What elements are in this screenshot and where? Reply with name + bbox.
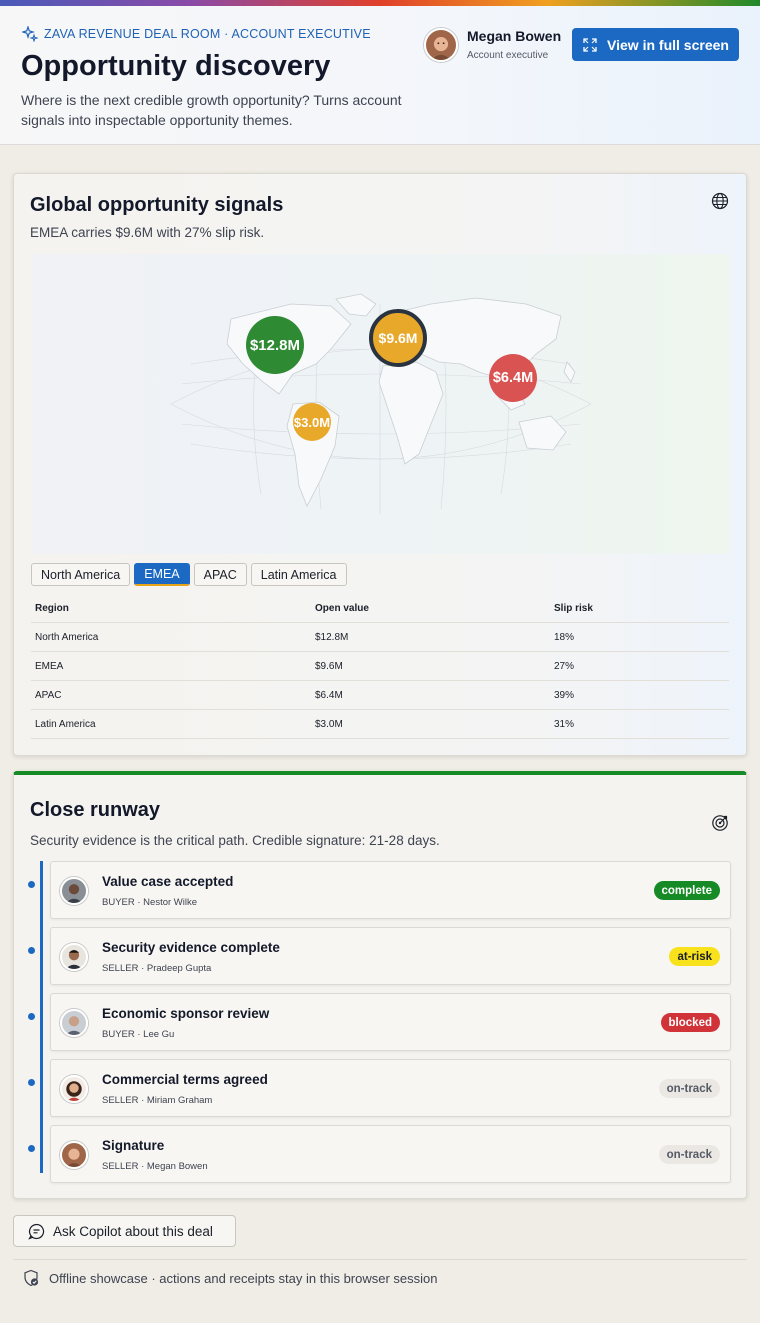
milestone-owner: SELLER · Miriam Graham (102, 1095, 213, 1106)
footer-divider (13, 1259, 747, 1260)
milestone-owner: SELLER · Pradeep Gupta (102, 963, 212, 974)
table-row[interactable]: Latin America $3.0M 31% (31, 710, 729, 739)
cell-open-value: $6.4M (315, 689, 343, 701)
table-header: Region Open value Slip risk (31, 595, 729, 623)
world-map-outline (170, 293, 592, 514)
milestone-signature[interactable]: Signature SELLER · Megan Bowen on-track (50, 1125, 731, 1183)
milestone-owner: BUYER · Nestor Wilke (102, 897, 198, 908)
cell-open-value: $12.8M (315, 631, 349, 643)
region-bubble-latin-america[interactable]: $3.0M (293, 403, 331, 441)
timeline-dot (28, 1145, 35, 1152)
expand-icon (583, 37, 597, 52)
cell-open-value: $9.6M (315, 660, 343, 672)
cell-slip-risk: 31% (554, 718, 575, 730)
signals-description: EMEA carries $9.6M with 27% slip risk. (30, 225, 265, 240)
milestone-title: Commercial terms agreed (102, 1072, 268, 1087)
column-header-open-value: Open value (315, 603, 369, 614)
timeline-dot (28, 1079, 35, 1086)
sparkle-icon (22, 26, 38, 42)
view-full-screen-button[interactable]: View in full screen (572, 28, 739, 61)
cell-open-value: $3.0M (315, 718, 343, 730)
cell-slip-risk: 39% (554, 689, 575, 701)
milestone-economic-sponsor-review[interactable]: Economic sponsor review BUYER · Lee Gu b… (50, 993, 731, 1051)
avatar (60, 1141, 88, 1169)
signals-title: Global opportunity signals (30, 194, 284, 216)
ask-copilot-label: Ask Copilot about this deal (53, 1223, 213, 1239)
eyebrow: ZAVA REVENUE DEAL ROOM · ACCOUNT EXECUTI… (22, 26, 371, 42)
cell-region: Latin America (35, 718, 96, 730)
milestone-commercial-terms-agreed[interactable]: Commercial terms agreed SELLER · Miriam … (50, 1059, 731, 1117)
status-badge: blocked (660, 1013, 720, 1032)
user-role: Account executive (467, 50, 549, 61)
footer-note: Offline showcase · actions and receipts … (22, 1269, 438, 1287)
target-icon (712, 815, 728, 831)
milestone-title: Value case accepted (102, 874, 234, 889)
status-badge: on-track (658, 1145, 720, 1164)
tab-latin-america[interactable]: Latin America (250, 563, 347, 586)
timeline-dot (28, 881, 35, 888)
runway-title: Close runway (30, 799, 161, 821)
status-badge: complete (653, 881, 720, 900)
column-header-slip-risk: Slip risk (554, 603, 593, 614)
cell-slip-risk: 27% (554, 660, 575, 672)
eyebrow-text: ZAVA REVENUE DEAL ROOM · ACCOUNT EXECUTI… (44, 27, 371, 41)
close-runway-card: Close runway Security evidence is the cr… (13, 771, 747, 1199)
world-map: $12.8M $9.6M $6.4M $3.0M (31, 254, 729, 554)
page-title: Opportunity discovery (21, 50, 331, 82)
page-header: ZAVA REVENUE DEAL ROOM · ACCOUNT EXECUTI… (0, 6, 760, 145)
globe-icon (711, 192, 729, 210)
view-full-screen-label: View in full screen (607, 36, 729, 53)
user-profile[interactable]: Megan Bowen Account executive (424, 28, 561, 62)
milestone-owner: SELLER · Megan Bowen (102, 1161, 208, 1172)
milestone-value-case-accepted[interactable]: Value case accepted BUYER · Nestor Wilke… (50, 861, 731, 919)
region-bubble-apac[interactable]: $6.4M (489, 354, 537, 402)
table-row[interactable]: APAC $6.4M 39% (31, 681, 729, 710)
milestone-owner: BUYER · Lee Gu (102, 1029, 175, 1040)
chat-icon (28, 1223, 45, 1240)
region-table: Region Open value Slip risk North Americ… (31, 595, 729, 739)
avatar (60, 943, 88, 971)
status-badge: on-track (658, 1079, 720, 1098)
timeline-dot (28, 947, 35, 954)
region-bubble-emea[interactable]: $9.6M (369, 309, 427, 367)
ask-copilot-button[interactable]: Ask Copilot about this deal (13, 1215, 236, 1247)
table-row[interactable]: North America $12.8M 18% (31, 623, 729, 652)
timeline-line (40, 861, 43, 1173)
cell-region: EMEA (35, 660, 64, 672)
column-header-region: Region (35, 603, 69, 614)
avatar (60, 1009, 88, 1037)
cell-region: APAC (35, 689, 62, 701)
runway-description: Security evidence is the critical path. … (30, 833, 440, 848)
avatar (424, 28, 458, 62)
tab-emea[interactable]: EMEA (134, 563, 190, 586)
avatar (60, 877, 88, 905)
status-badge: at-risk (669, 947, 720, 966)
timeline-dot (28, 1013, 35, 1020)
avatar (60, 1075, 88, 1103)
region-tabs: North America EMEA APAC Latin America (31, 563, 347, 586)
milestone-title: Economic sponsor review (102, 1006, 270, 1021)
cell-region: North America (35, 631, 99, 643)
tab-apac[interactable]: APAC (193, 563, 247, 586)
tab-north-america[interactable]: North America (31, 563, 131, 586)
cell-slip-risk: 18% (554, 631, 575, 643)
region-bubble-north-america[interactable]: $12.8M (246, 316, 304, 374)
milestone-title: Security evidence complete (102, 940, 280, 955)
footer-text: Offline showcase · actions and receipts … (49, 1270, 438, 1286)
bubble-label: $3.0M (293, 414, 331, 430)
bubble-label: $6.4M (492, 370, 534, 386)
table-row[interactable]: EMEA $9.6M 27% (31, 652, 729, 681)
global-opportunity-signals-card: Global opportunity signals EMEA carries … (13, 173, 747, 756)
user-name: Megan Bowen (467, 28, 562, 44)
milestone-title: Signature (102, 1138, 165, 1153)
shield-check-icon (24, 1269, 39, 1287)
bubble-label: $12.8M (249, 336, 301, 354)
milestone-security-evidence-complete[interactable]: Security evidence complete SELLER · Prad… (50, 927, 731, 985)
bubble-label: $9.6M (378, 330, 418, 346)
page-subtitle: Where is the next credible growth opport… (21, 92, 402, 128)
